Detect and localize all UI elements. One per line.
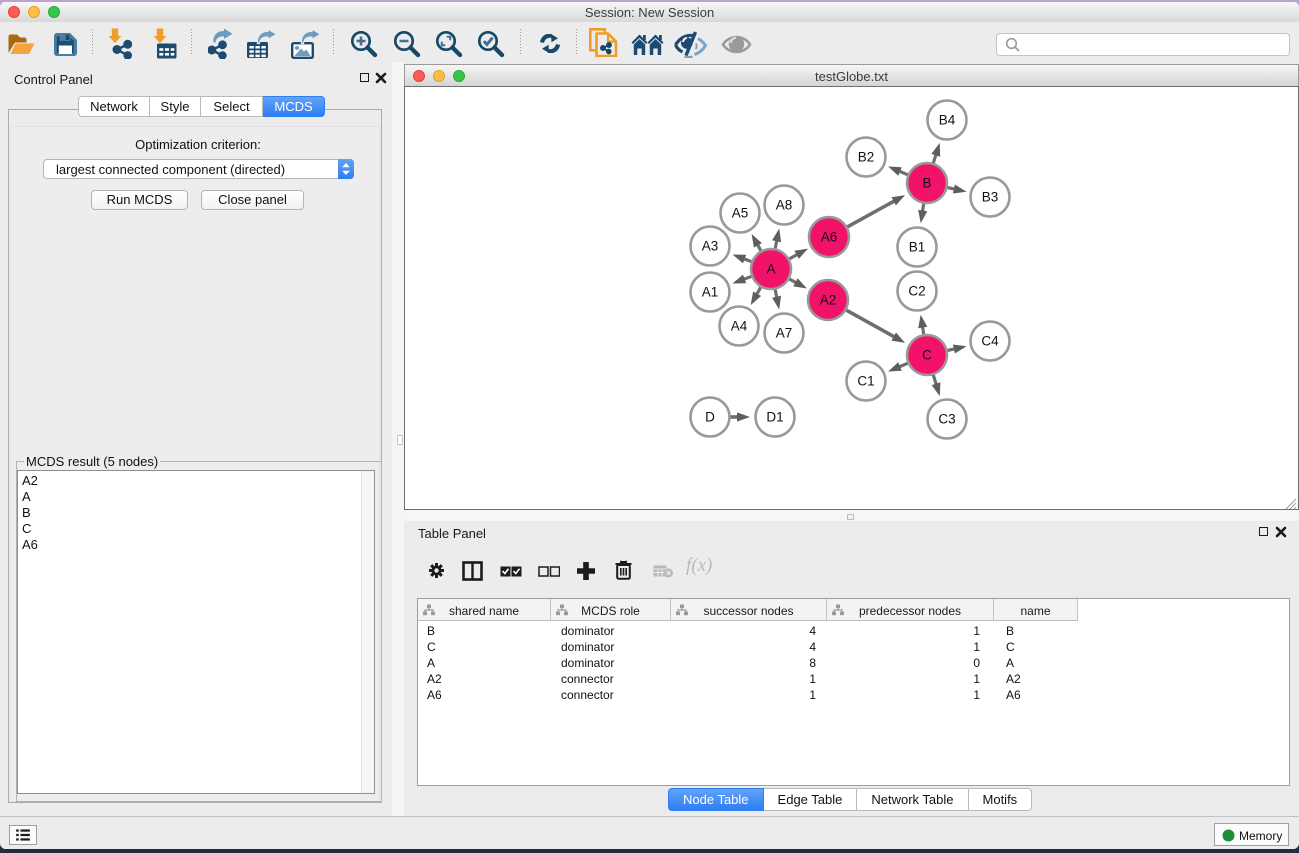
svg-text:C1: C1 xyxy=(857,374,874,389)
svg-text:C: C xyxy=(922,348,932,363)
svg-text:A2: A2 xyxy=(820,293,837,308)
svg-text:B2: B2 xyxy=(858,150,875,165)
svg-text:B: B xyxy=(922,176,931,191)
svg-text:A1: A1 xyxy=(702,285,719,300)
svg-text:B4: B4 xyxy=(939,113,956,128)
svg-text:B1: B1 xyxy=(909,240,926,255)
svg-text:A3: A3 xyxy=(702,239,719,254)
svg-text:A4: A4 xyxy=(731,319,748,334)
svg-text:A: A xyxy=(766,262,775,277)
svg-text:B3: B3 xyxy=(982,190,999,205)
svg-text:D1: D1 xyxy=(766,410,783,425)
svg-text:A6: A6 xyxy=(821,230,838,245)
svg-text:D: D xyxy=(705,410,715,425)
svg-text:A5: A5 xyxy=(732,206,749,221)
svg-text:C4: C4 xyxy=(981,334,999,349)
svg-text:A7: A7 xyxy=(776,326,793,341)
svg-text:C3: C3 xyxy=(938,412,955,427)
svg-text:A8: A8 xyxy=(776,198,793,213)
svg-text:C2: C2 xyxy=(908,284,925,299)
